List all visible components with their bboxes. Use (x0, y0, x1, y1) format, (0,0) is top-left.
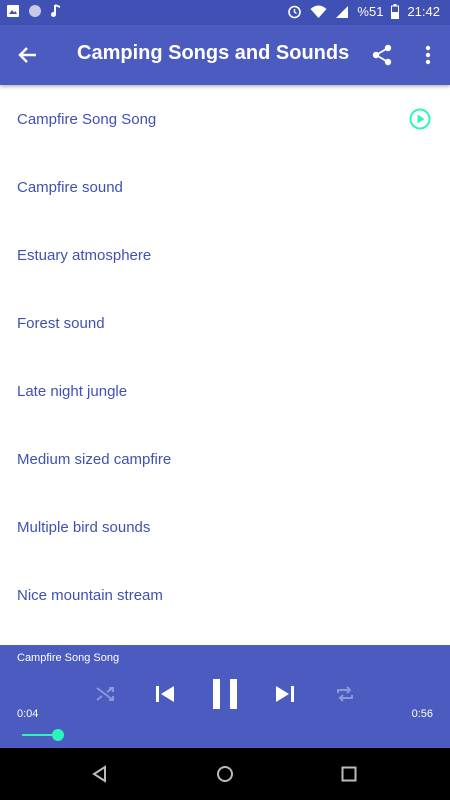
music-note-icon (50, 4, 62, 18)
next-track-icon[interactable] (273, 682, 297, 706)
list-item[interactable]: Estuary atmosphere (0, 221, 450, 289)
list-item-label: Campfire sound (17, 178, 123, 196)
pause-icon[interactable] (210, 677, 240, 711)
list-item-label: Late night jungle (17, 382, 128, 400)
battery-icon (391, 4, 400, 19)
list-item-label: Forest sound (17, 314, 105, 332)
seek-bar[interactable] (22, 729, 432, 741)
list-item-label: Nice mountain stream (17, 586, 163, 604)
app-bar: Camping Songs and Sounds (0, 25, 450, 85)
seek-track (22, 734, 432, 736)
alarm-icon (287, 4, 302, 19)
play-circle-icon[interactable] (409, 108, 431, 130)
circle-notification-icon (28, 4, 42, 18)
back-arrow-icon[interactable] (14, 41, 42, 69)
status-bar: %51 21:42 (0, 0, 450, 25)
list-item-label: Medium sized campfire (17, 450, 172, 468)
list-item[interactable]: Medium sized campfire (0, 425, 450, 493)
list-item[interactable]: Campfire sound (0, 153, 450, 221)
battery-percent: %51 (357, 4, 384, 19)
wifi-icon (310, 5, 327, 19)
list-item[interactable]: Campfire Song Song (0, 85, 450, 153)
nav-back-icon[interactable] (90, 764, 110, 784)
seek-thumb[interactable] (51, 729, 64, 741)
clock: 21:42 (407, 4, 440, 19)
music-player: Campfire Song Song 0:04 0:56 (0, 645, 450, 748)
nav-recents-icon[interactable] (339, 764, 359, 784)
navigation-bar (0, 748, 450, 800)
shuffle-icon[interactable] (94, 683, 116, 705)
signal-icon (335, 5, 349, 19)
list-item[interactable]: Forest sound (0, 289, 450, 357)
more-options-icon[interactable] (414, 41, 442, 69)
list-item[interactable]: Late night jungle (0, 357, 450, 425)
list-item-label: Estuary atmosphere (17, 246, 152, 264)
elapsed-time: 0:04 (17, 708, 39, 720)
list-item-label: Campfire Song Song (17, 110, 157, 128)
previous-track-icon[interactable] (153, 682, 177, 706)
list-item-label: Multiple bird sounds (17, 518, 151, 536)
list-item[interactable]: Nice mountain stream (0, 561, 450, 629)
image-notification-icon (6, 4, 20, 18)
repeat-icon[interactable] (334, 683, 356, 705)
now-playing-title: Campfire Song Song (17, 652, 120, 664)
page-title: Camping Songs and Sounds (77, 42, 350, 64)
sound-list: Campfire Song Song Campfire sound Estuar… (0, 85, 450, 629)
total-duration: 0:56 (411, 708, 433, 720)
list-item[interactable]: Multiple bird sounds (0, 493, 450, 561)
nav-home-icon[interactable] (215, 764, 235, 784)
share-icon[interactable] (368, 41, 396, 69)
